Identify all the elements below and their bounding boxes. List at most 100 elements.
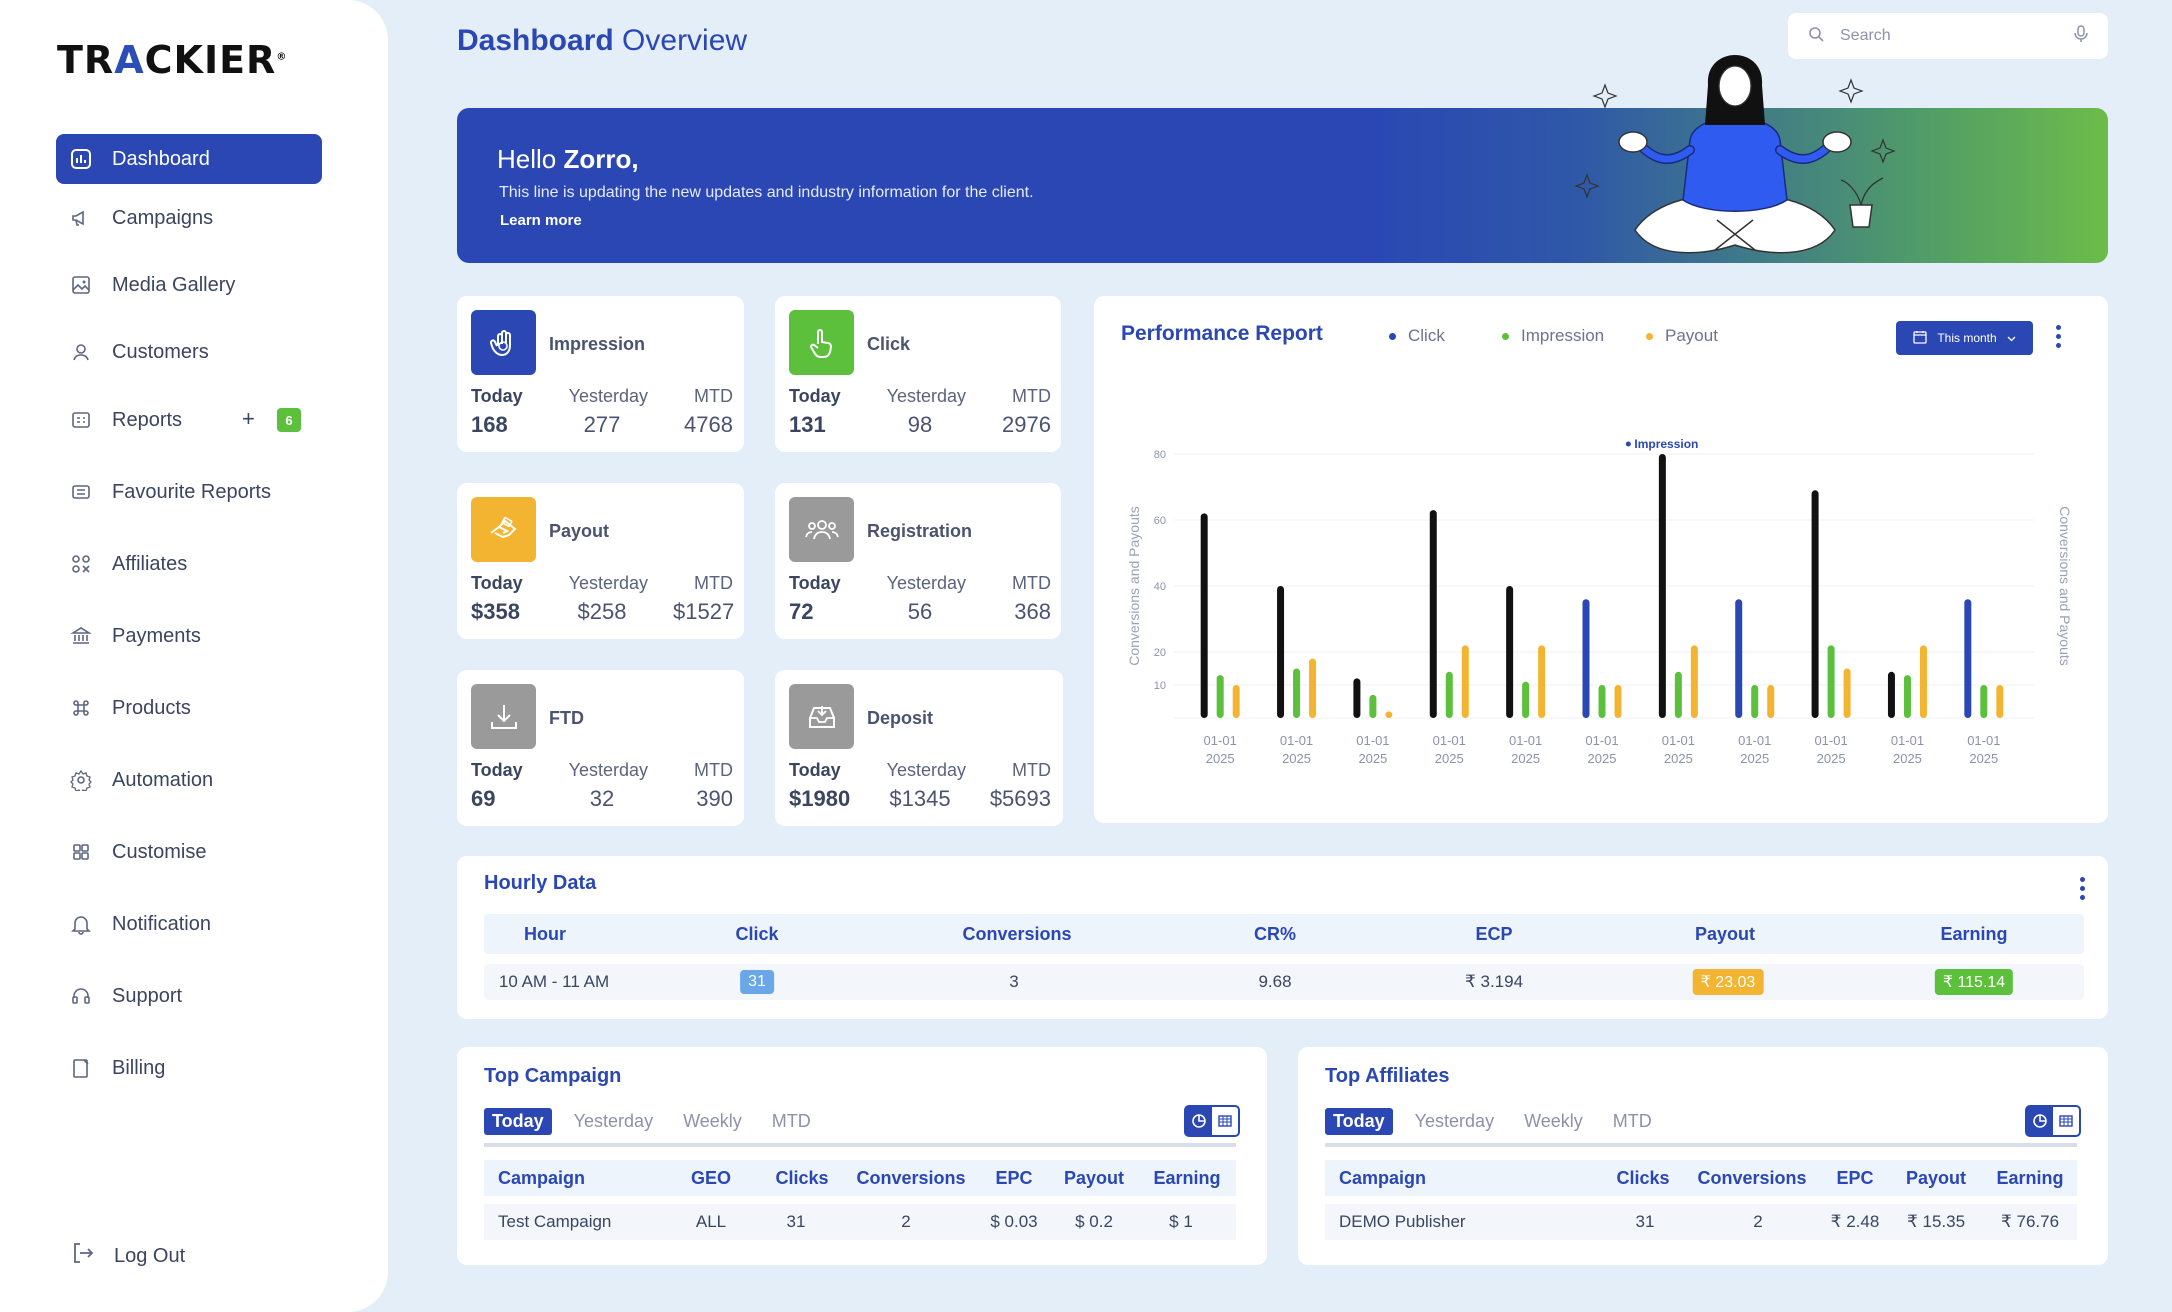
sidebar-item-payments[interactable]: Payments [56,611,322,661]
col-hour: Hour [524,923,566,944]
cell-ecp: ₹ 3.194 [1464,972,1524,991]
bar-impression [1293,668,1301,718]
table-icon[interactable] [1212,1107,1238,1135]
sidebar-item-notification[interactable]: Notification [56,899,322,949]
bar-payout [1614,685,1622,718]
search-icon [1808,26,1824,47]
stat-name: Registration [867,521,973,541]
stat-name: Payout [549,521,610,541]
bell-icon [70,913,92,935]
bar-click [1506,586,1514,718]
microphone-icon[interactable] [2074,24,2088,48]
x-tick-label: 01-01 [1509,733,1542,748]
publisher-link[interactable]: DEMO Publisher [1339,1204,1466,1240]
table-row: 10 AM - 11 AM 31 3 9.68 ₹ 3.194 ₹ 23.03 … [484,964,2084,1000]
sidebar-item-support[interactable]: Support [56,971,322,1021]
label-yesterday: Yesterday [568,573,649,593]
cell-earning: ₹ 76.76 [2000,1212,2060,1231]
cell-click[interactable]: 31 [740,970,774,994]
bar-payout [1232,685,1240,718]
sidebar-item-customise[interactable]: Customise [56,827,322,877]
sidebar-item-media-gallery[interactable]: Media Gallery [56,260,322,310]
tab-weekly[interactable]: Weekly [1516,1108,1591,1135]
label-yesterday: Yesterday [886,760,967,780]
stat-labels: Today Yesterday MTD [471,386,733,407]
sidebar-item-customers[interactable]: Customers [56,327,322,377]
sidebar-item-dashboard[interactable]: Dashboard [56,134,322,184]
stat-values: 69 32 390 [471,786,733,812]
more-options-icon[interactable] [2079,877,2085,900]
label-mtd: MTD [693,760,733,780]
tab-yesterday[interactable]: Yesterday [566,1108,661,1135]
view-toggle[interactable] [2025,1105,2081,1137]
learn-more-link[interactable]: Learn more [500,212,582,229]
performance-report-card: Performance Report Click Impression Payo… [1094,296,2108,823]
bar-payout [1538,645,1546,718]
user-icon [70,341,92,363]
megaphone-icon [70,207,92,229]
x-tick-label: 01-01 [1891,733,1924,748]
cell-epc: ₹ 2.48 [1830,1212,1880,1231]
x-tick-label: 01-01 [1204,733,1237,748]
tab-mtd[interactable]: MTD [764,1108,819,1135]
sidebar-item-campaigns[interactable]: Campaigns [56,193,322,243]
reports-add-button[interactable]: + [242,406,255,432]
value-mtd: $5693 [989,786,1051,811]
top-affiliates-title: Top Affiliates [1325,1065,1450,1087]
cell-conversions: 2 [901,1212,911,1231]
col-clicks: Clicks [1616,1167,1670,1188]
value-today: $358 [471,599,520,624]
stat-card-click: Click Today Yesterday MTD 131 98 2976 [775,296,1061,452]
pointer-hand-icon [789,310,854,375]
inbox-icon [789,684,854,749]
sidebar-item-label: Affiliates [112,552,188,575]
tab-today[interactable]: Today [1325,1108,1393,1135]
value-today: $1980 [789,786,851,811]
sidebar-item-billing[interactable]: Billing [56,1043,322,1093]
stat-card-payout: Payout Today Yesterday MTD $358 $258 $1527 [457,483,744,639]
label-today: Today [471,386,523,406]
hourly-data-card: Hourly Data Hour Click Conversions CR% E… [457,856,2108,1019]
sidebar-item-automation[interactable]: Automation [56,755,322,805]
sidebar-item-affiliates[interactable]: Affiliates [56,539,322,589]
report-icon [70,409,92,431]
affiliates-table-header: Campaign Clicks Conversions EPC Payout E… [1325,1160,2077,1196]
label-mtd: MTD [1011,386,1051,406]
bar-click [1200,513,1208,718]
reports-count-badge: 6 [277,408,301,432]
logout-button[interactable]: Log Out [70,1240,185,1272]
view-toggle[interactable] [1184,1105,1240,1137]
bar-payout [1843,668,1851,718]
sidebar-item-favourite-reports[interactable]: Favourite Reports [56,467,322,517]
tab-today[interactable]: Today [484,1108,552,1135]
tab-weekly[interactable]: Weekly [675,1108,750,1135]
tab-yesterday[interactable]: Yesterday [1407,1108,1502,1135]
cell-payout: $ 0.2 [1075,1212,1113,1231]
pie-chart-icon[interactable] [2027,1107,2053,1135]
trackier-logo[interactable]: TRACKIER® [57,38,287,82]
value-mtd: $1527 [673,599,735,624]
pie-chart-icon[interactable] [1186,1107,1212,1135]
col-conversions: Conversions [1697,1167,1807,1188]
page-title-bold: Dashboard [457,24,614,57]
stat-name: Impression [549,334,646,354]
annotation-label: Impression [1634,437,1698,451]
value-yesterday: 56 [907,599,933,624]
command-icon [70,697,92,719]
campaign-link[interactable]: Test Campaign [498,1204,611,1240]
page-title-rest: Overview [622,24,748,57]
x-tick-label: 01-01 [1433,733,1466,748]
stat-card-deposit: Deposit Today Yesterday MTD $1980 $1345 $569… [775,670,1063,826]
sidebar-item-label: Dashboard [112,147,210,170]
bar-payout [1919,645,1927,718]
tab-mtd[interactable]: MTD [1605,1108,1660,1135]
label-today: Today [471,573,523,593]
col-earning: Earning [1153,1167,1221,1188]
sidebar-item-products[interactable]: Products [56,683,322,733]
search-placeholder: Search [1840,27,1891,44]
table-icon[interactable] [2053,1107,2079,1135]
value-mtd: 390 [696,786,733,811]
bar-impression [1980,685,1988,718]
hourly-table-header: Hour Click Conversions CR% ECP Payout Ea… [484,914,2084,954]
stat-labels: Today Yesterday MTD [471,573,733,594]
